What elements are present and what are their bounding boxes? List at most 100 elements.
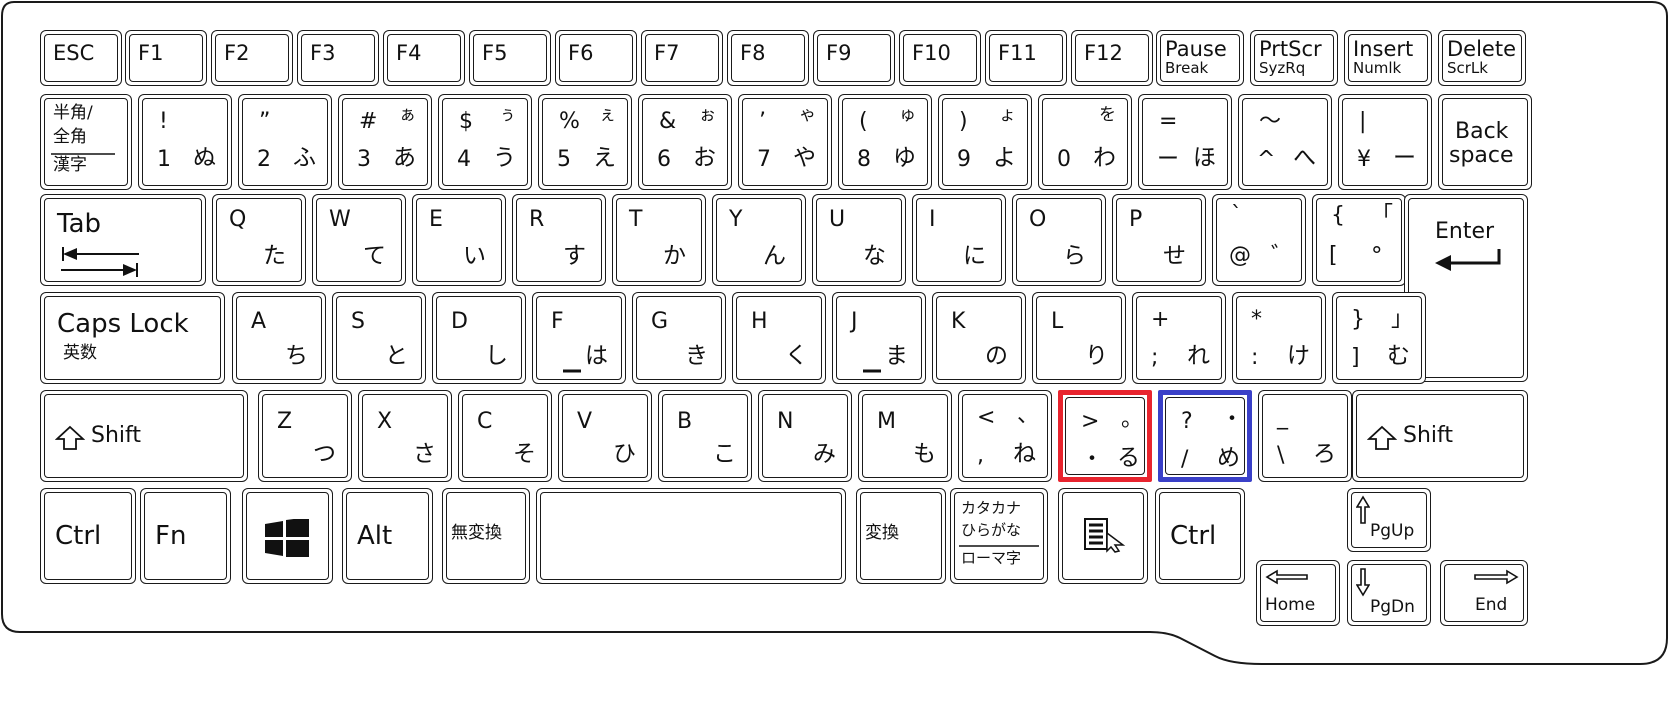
key-8[interactable]: (ゅ 8 ゆ — [838, 94, 932, 190]
key-bracket-open[interactable]: {「 [° — [1312, 194, 1406, 286]
key-label: U — [829, 207, 846, 232]
key-label: る — [1117, 445, 1140, 471]
key-at[interactable]: ` @ ゛ — [1212, 194, 1306, 286]
key-period[interactable]: > 。・る — [1058, 390, 1152, 482]
key-a[interactable]: Aち — [232, 292, 326, 384]
key-f6[interactable]: F6 — [555, 30, 637, 86]
key-f8[interactable]: F8 — [727, 30, 809, 86]
key-hankaku[interactable]: 半角/全角 漢字 — [40, 94, 132, 190]
key-f9[interactable]: F9 — [813, 30, 895, 86]
key-fn[interactable]: Fn — [140, 488, 231, 584]
key-6[interactable]: & ぉ 6 お — [638, 94, 732, 190]
key-tab[interactable]: Tab — [40, 194, 206, 286]
key-comma[interactable]: < 、, ね — [958, 390, 1052, 482]
key-f4[interactable]: F4 — [383, 30, 465, 86]
key-app[interactable] — [1058, 488, 1148, 584]
key-f3[interactable]: F3 — [297, 30, 379, 86]
key-0[interactable]: を 0わ — [1038, 94, 1132, 190]
key-rshift[interactable]: Shift — [1352, 390, 1528, 482]
key-9[interactable]: ) ょ 9 よ — [938, 94, 1032, 190]
key-k[interactable]: Kの — [932, 292, 1026, 384]
key-lctrl[interactable]: Ctrl — [40, 488, 136, 584]
key-yen[interactable]: | ¥ ー — [1338, 94, 1432, 190]
key-alt[interactable]: Alt — [342, 488, 433, 584]
key-esc[interactable]: ESC — [40, 30, 122, 86]
key-2[interactable]: ” 2 ふ — [238, 94, 332, 190]
key-g[interactable]: Gき — [632, 292, 726, 384]
key-backspace[interactable]: Back space — [1438, 94, 1532, 190]
key-caret[interactable]: ～ ^ へ — [1238, 94, 1332, 190]
key-b[interactable]: Bこ — [658, 390, 752, 482]
key-p[interactable]: Pせ — [1112, 194, 1206, 286]
key-z[interactable]: Zつ — [258, 390, 352, 482]
key-7[interactable]: ’ ゃ 7 や — [738, 94, 832, 190]
key-w[interactable]: Wて — [312, 194, 406, 286]
key-l[interactable]: Lり — [1032, 292, 1126, 384]
key-h[interactable]: Hく — [732, 292, 826, 384]
key-m[interactable]: Mも — [858, 390, 952, 482]
key-delete[interactable]: Delete ScrLk — [1438, 30, 1526, 86]
key-label: あ — [393, 145, 416, 171]
key-t[interactable]: Tか — [612, 194, 706, 286]
key-f10[interactable]: F10 — [899, 30, 981, 86]
key-f11[interactable]: F11 — [985, 30, 1067, 86]
key-e[interactable]: Eい — [412, 194, 506, 286]
key-semicolon[interactable]: +; れ — [1132, 292, 1226, 384]
key-rctrl[interactable]: Ctrl — [1155, 488, 1245, 584]
key-x[interactable]: Xさ — [358, 390, 452, 482]
key-label: り — [1085, 343, 1108, 369]
key-f[interactable]: Fは — [532, 292, 626, 384]
key-pgup[interactable]: PgUp — [1347, 488, 1431, 552]
key-i[interactable]: Iに — [912, 194, 1006, 286]
key-lshift[interactable]: Shift — [40, 390, 248, 482]
key-label: & — [659, 109, 677, 134]
key-label: む — [1387, 343, 1410, 369]
key-y[interactable]: Yん — [712, 194, 806, 286]
key-label: に — [963, 243, 986, 269]
key-f12[interactable]: F12 — [1071, 30, 1153, 86]
key-1[interactable]: ! 1 ぬ — [138, 94, 232, 190]
key-label: G — [651, 309, 669, 334]
key-caps[interactable]: Caps Lock 英数 — [40, 292, 225, 384]
key-kana[interactable]: カタカナ ひらがな ローマ字 — [950, 488, 1048, 584]
key-3[interactable]: # ぁ 3 あ — [338, 94, 432, 190]
key-f7[interactable]: F7 — [641, 30, 723, 86]
key-minus[interactable]: = ーほ — [1138, 94, 1232, 190]
key-pgdn[interactable]: PgDn — [1347, 560, 1431, 626]
key-insert[interactable]: Insert Numlk — [1344, 30, 1432, 86]
key-prtscr[interactable]: PrtScr SyzRq — [1250, 30, 1338, 86]
key-win[interactable] — [242, 488, 333, 584]
key-c[interactable]: Cそ — [458, 390, 552, 482]
key-label: ー — [1393, 145, 1416, 171]
key-5[interactable]: % ぇ 5 え — [538, 94, 632, 190]
key-f5[interactable]: F5 — [469, 30, 551, 86]
key-label: F4 — [396, 41, 422, 65]
key-4[interactable]: $ ぅ 4 う — [438, 94, 532, 190]
key-q[interactable]: Qた — [212, 194, 306, 286]
key-label: Q — [229, 207, 247, 232]
key-home[interactable]: Home — [1256, 560, 1340, 626]
key-backslash[interactable]: _ \ ろ — [1258, 390, 1352, 482]
key-label: カタカナ — [961, 499, 1022, 517]
key-u[interactable]: Uな — [812, 194, 906, 286]
key-colon[interactable]: *: け — [1232, 292, 1326, 384]
key-pause[interactable]: Pause Break — [1156, 30, 1244, 86]
key-d[interactable]: Dし — [432, 292, 526, 384]
key-s[interactable]: Sと — [332, 292, 426, 384]
key-v[interactable]: Vひ — [558, 390, 652, 482]
key-r[interactable]: Rす — [512, 194, 606, 286]
key-henkan[interactable]: 変換 — [856, 488, 946, 584]
key-n[interactable]: Nみ — [758, 390, 852, 482]
key-space[interactable] — [536, 488, 846, 584]
key-inner-border — [1142, 98, 1228, 186]
key-f2[interactable]: F2 — [211, 30, 293, 86]
key-slash[interactable]: ? ・ / め — [1158, 390, 1252, 482]
key-bracket-close[interactable]: } 」] む — [1332, 292, 1426, 384]
key-label: は — [585, 343, 608, 369]
key-end[interactable]: End — [1440, 560, 1528, 626]
key-label: 8 — [857, 147, 871, 172]
key-muhenkan[interactable]: 無変換 — [442, 488, 530, 584]
key-j[interactable]: Jま — [832, 292, 926, 384]
key-f1[interactable]: F1 — [125, 30, 207, 86]
key-o[interactable]: Oら — [1012, 194, 1106, 286]
